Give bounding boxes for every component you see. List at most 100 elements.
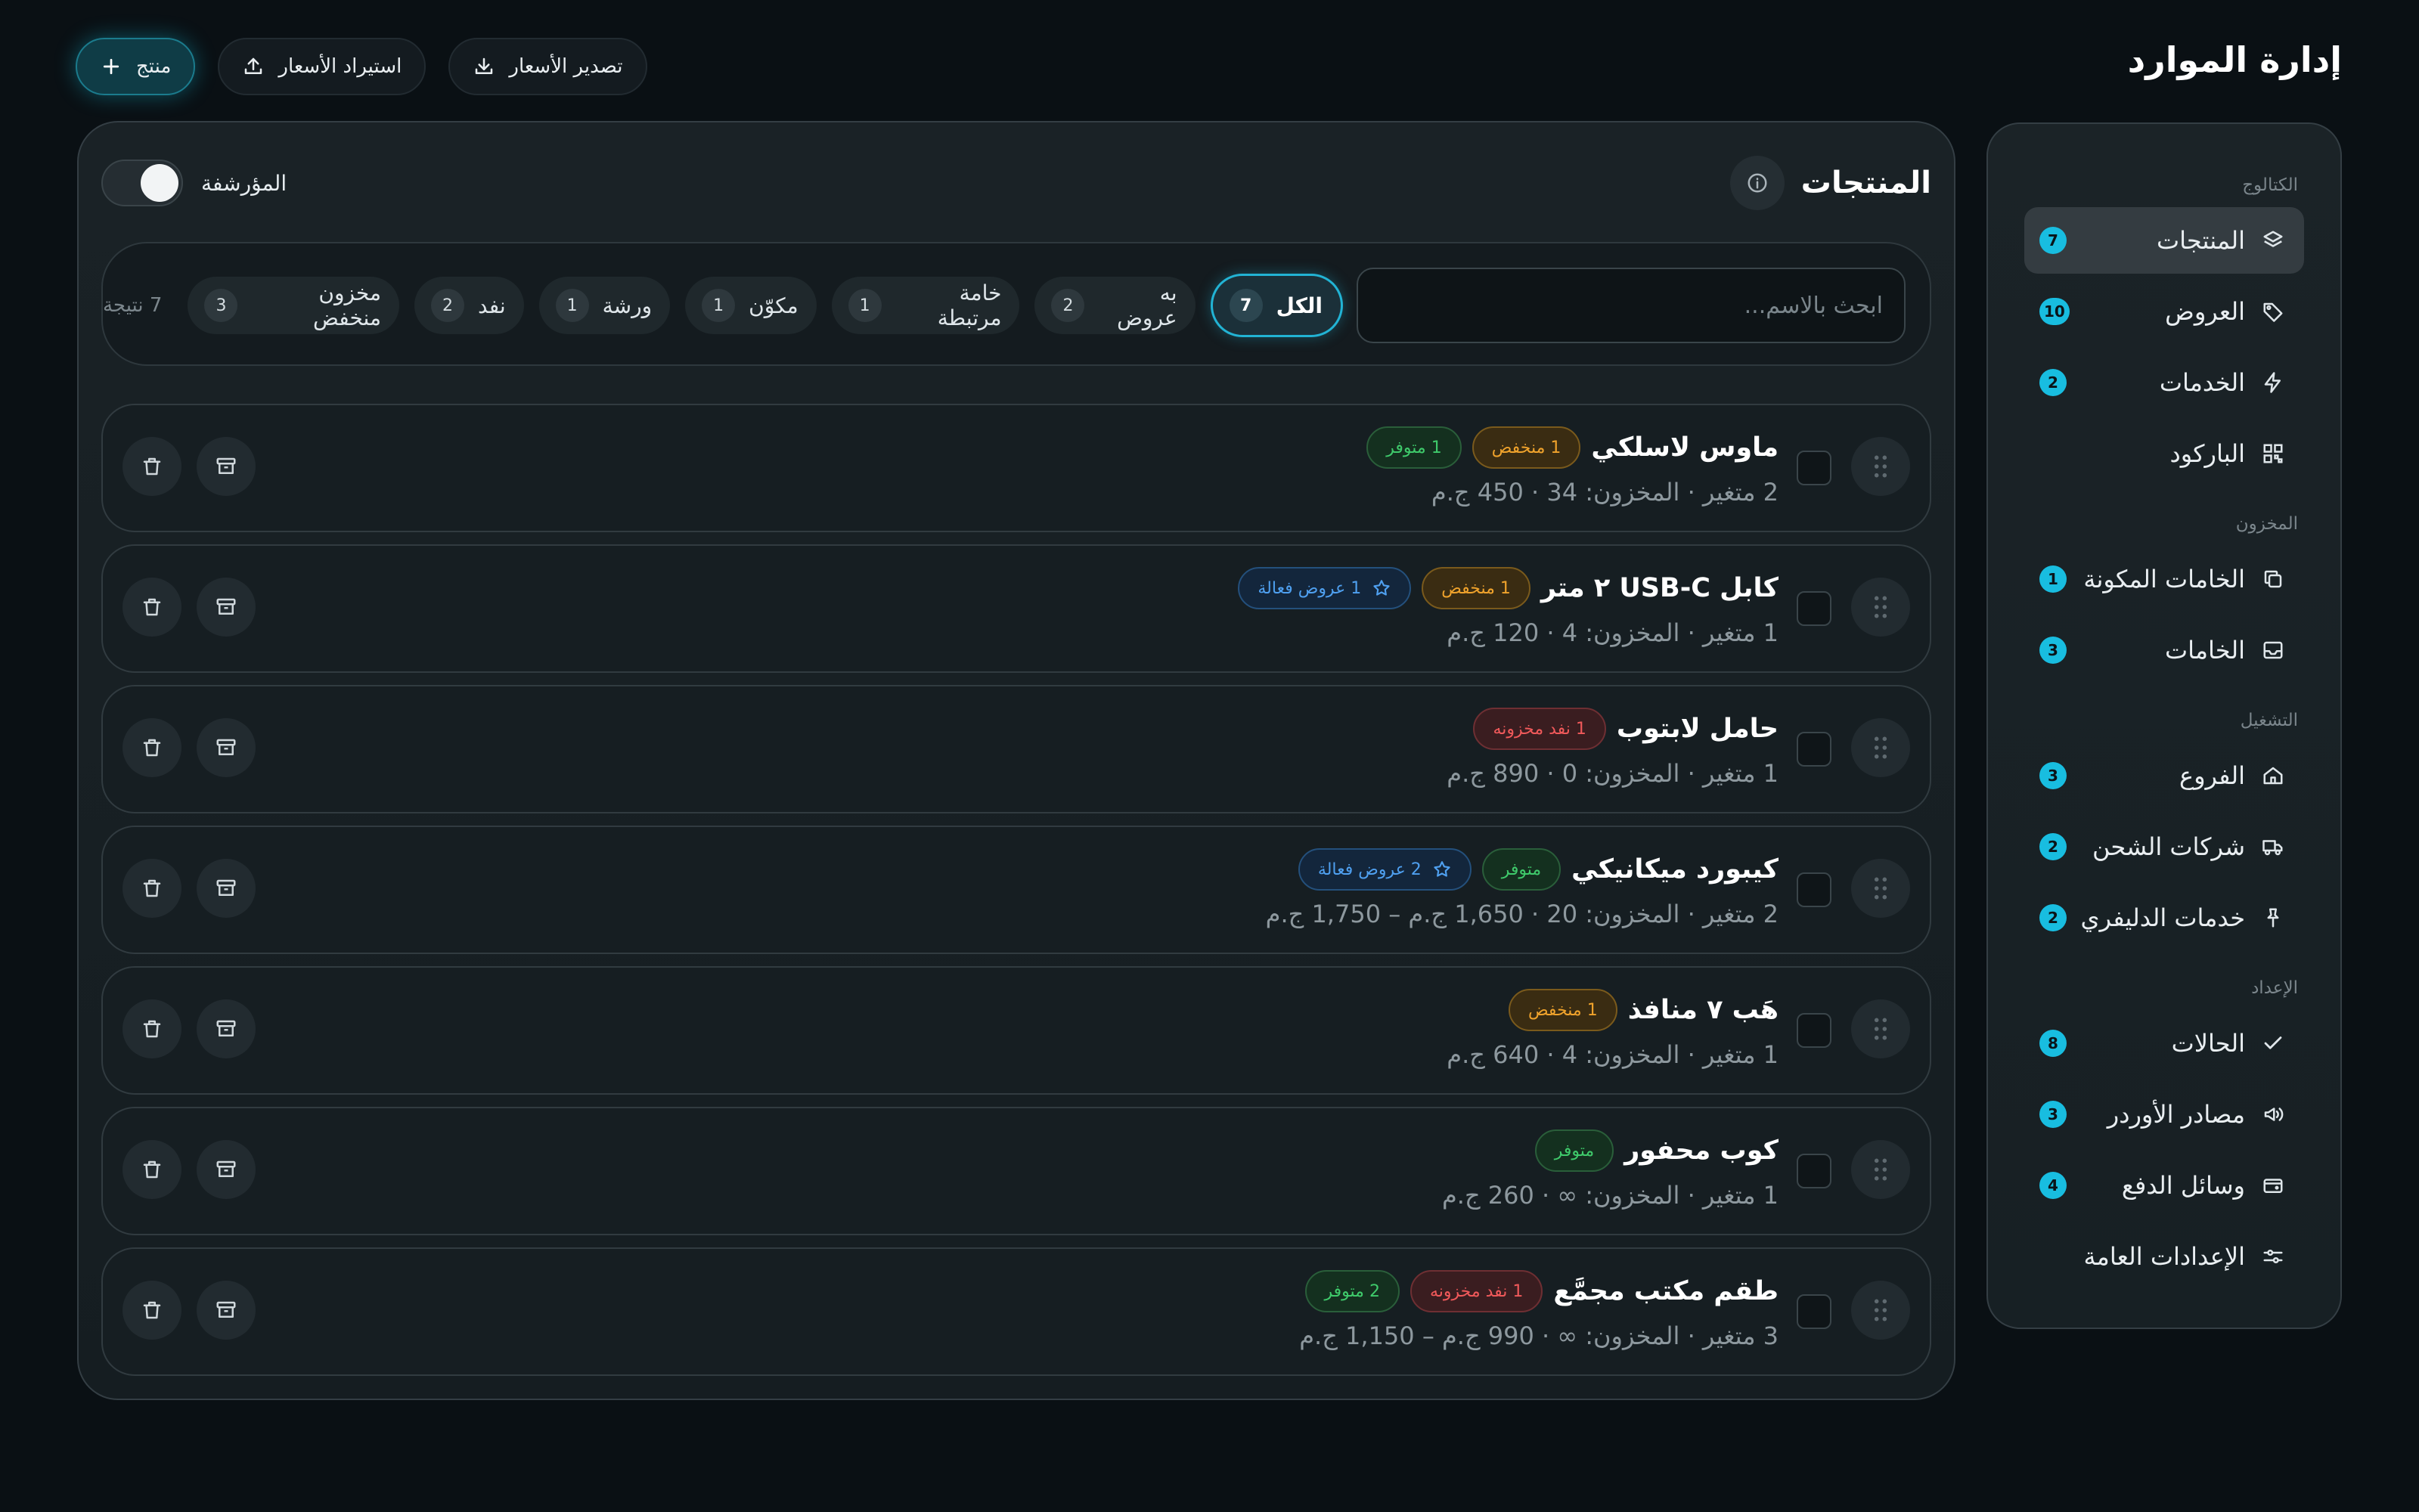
delete-button[interactable]	[123, 718, 181, 777]
sidebar-item-general-settings[interactable]: الإعدادات العامة	[2024, 1223, 2304, 1290]
filter-chip-label: الكل	[1276, 293, 1323, 318]
info-button[interactable]	[1729, 156, 1785, 210]
sidebar-item-label: الحالات	[2171, 1029, 2245, 1058]
filter-chip[interactable]: ورشة 1	[538, 277, 671, 334]
filter-chip-label: مخزون منخفض	[313, 280, 381, 330]
drag-handle[interactable]	[1851, 1140, 1910, 1199]
filter-chip-count: 2	[431, 289, 464, 322]
count-badge: 7	[2039, 227, 2067, 254]
archive-button[interactable]	[197, 578, 256, 637]
product-title-line: طقم مكتب مجمَّع 1 نفد مخزونه 2 متوفر	[1304, 1270, 1779, 1312]
grip-icon	[1871, 454, 1890, 479]
archive-icon	[215, 596, 237, 618]
product-name: كابل USB-C ٢ متر	[1540, 573, 1779, 603]
row-actions	[123, 1281, 256, 1340]
archive-icon	[215, 1018, 237, 1040]
filter-chip-count: 3	[204, 289, 238, 322]
sidebar-section-catalog: الكتالوج	[2242, 175, 2298, 195]
status-badge-text: متوفر	[1501, 860, 1542, 879]
filter-chip[interactable]: مكوّن 1	[685, 277, 817, 334]
archive-button[interactable]	[197, 1140, 256, 1199]
import-prices-label: استيراد الأسعار	[278, 55, 402, 78]
delete-button[interactable]	[123, 999, 181, 1058]
archive-icon	[215, 736, 237, 759]
search-input[interactable]	[1379, 292, 1883, 319]
product-title-line: كوب محفور متوفر	[1534, 1129, 1779, 1172]
row-checkbox[interactable]	[1797, 1154, 1831, 1188]
drag-handle[interactable]	[1851, 718, 1910, 777]
drag-handle[interactable]	[1851, 437, 1910, 496]
row-checkbox[interactable]	[1797, 451, 1831, 485]
filter-chip[interactable]: مخزون منخفض 3	[188, 277, 399, 334]
product-info: كوب محفور متوفر 1 متغير · المخزون: ∞ · 260…	[1442, 1129, 1779, 1210]
product-meta: 1 متغير · المخزون: 4 · 640 ج.م	[1447, 1040, 1779, 1069]
delete-button[interactable]	[123, 1281, 181, 1340]
archive-button[interactable]	[197, 999, 256, 1058]
count-badge: 8	[2039, 1030, 2067, 1057]
results-count: 7 نتيجة	[102, 294, 163, 317]
delete-button[interactable]	[123, 859, 181, 918]
status-badge-text: 1 نفد مخزونه	[1429, 1281, 1524, 1301]
row-checkbox[interactable]	[1797, 872, 1831, 907]
filter-chip[interactable]: الكل 7	[1210, 274, 1343, 337]
import-prices-button[interactable]: استيراد الأسعار	[218, 38, 426, 95]
sidebar-item-products[interactable]: المنتجات 7	[2024, 207, 2304, 274]
status-badge-text: 1 عروض فعالة	[1258, 578, 1362, 598]
archive-icon	[215, 1299, 237, 1321]
sidebar-item-label: شركات الشحن	[2092, 832, 2245, 861]
archive-button[interactable]	[197, 437, 256, 496]
home-icon	[2262, 764, 2284, 787]
row-checkbox[interactable]	[1797, 1013, 1831, 1048]
grip-icon	[1871, 1157, 1890, 1182]
sidebar-item-materials[interactable]: الخامات 3	[2024, 617, 2304, 683]
sidebar-item-barcode[interactable]: الباركود	[2024, 420, 2304, 487]
add-product-button[interactable]: منتج	[76, 38, 196, 95]
drag-handle[interactable]	[1851, 999, 1910, 1058]
export-prices-button[interactable]: تصدير الأسعار	[448, 38, 647, 95]
download-icon	[473, 55, 495, 78]
row-checkbox[interactable]	[1797, 591, 1831, 626]
archived-toggle[interactable]	[101, 160, 183, 206]
delete-button[interactable]	[123, 578, 181, 637]
product-title-line: حامل لابتوب 1 نفد مخزونه	[1473, 708, 1779, 750]
product-meta: 2 متغير · المخزون: 34 · 450 ج.م	[1431, 478, 1779, 507]
product-meta: 1 متغير · المخزون: 4 · 120 ج.م	[1447, 618, 1779, 647]
sidebar-item-components[interactable]: الخامات المكونة 1	[2024, 546, 2304, 612]
filter-chip[interactable]: به عروض 2	[1034, 277, 1196, 334]
archive-button[interactable]	[197, 718, 256, 777]
filter-chip[interactable]: نفد 2	[414, 277, 524, 334]
sidebar-section-operations: التشغيل	[2240, 711, 2298, 730]
archived-label: المؤرشفة	[201, 170, 287, 196]
sidebar-item-offers[interactable]: العروض 10	[2024, 278, 2304, 345]
sidebar-item-payment[interactable]: وسائل الدفع 4	[2024, 1152, 2304, 1219]
sidebar-item-statuses[interactable]: الحالات 8	[2024, 1010, 2304, 1077]
archive-button[interactable]	[197, 1281, 256, 1340]
drag-handle[interactable]	[1851, 578, 1910, 637]
product-info: هَب ٧ منافذ 1 منخفض 1 متغير · المخزون: 4 ·…	[1447, 989, 1779, 1069]
filter-chip[interactable]: خامة مرتبطة 1	[831, 277, 1020, 334]
filter-chip-count: 2	[1051, 289, 1085, 322]
add-product-label: منتج	[136, 55, 172, 78]
count-badge: 2	[2039, 369, 2067, 396]
row-checkbox[interactable]	[1797, 732, 1831, 767]
sidebar-item-label: الباركود	[2169, 439, 2245, 468]
sidebar-item-order-sources[interactable]: مصادر الأوردر 3	[2024, 1081, 2304, 1148]
sidebar-item-shipping[interactable]: شركات الشحن 2	[2024, 813, 2304, 880]
drag-handle[interactable]	[1851, 1281, 1910, 1340]
grip-icon	[1871, 594, 1890, 620]
delete-button[interactable]	[123, 437, 181, 496]
count-badge: 2	[2039, 904, 2067, 931]
zap-icon	[2262, 371, 2284, 394]
status-badge-text: 1 منخفض	[1527, 1000, 1598, 1020]
drag-handle[interactable]	[1851, 859, 1910, 918]
sidebar-item-branches[interactable]: الفروع 3	[2024, 742, 2304, 809]
sidebar-item-services[interactable]: الخدمات 2	[2024, 349, 2304, 416]
archive-button[interactable]	[197, 859, 256, 918]
row-checkbox[interactable]	[1797, 1294, 1831, 1329]
panel-header: المنتجات المؤرشفة	[79, 148, 1954, 218]
delete-button[interactable]	[123, 1140, 181, 1199]
status-badge: 1 نفد مخزونه	[1410, 1270, 1543, 1312]
sidebar-item-label: الفروع	[2179, 761, 2245, 790]
sidebar-item-delivery[interactable]: خدمات الدليفري 2	[2024, 885, 2304, 951]
count-badge: 3	[2039, 637, 2067, 664]
